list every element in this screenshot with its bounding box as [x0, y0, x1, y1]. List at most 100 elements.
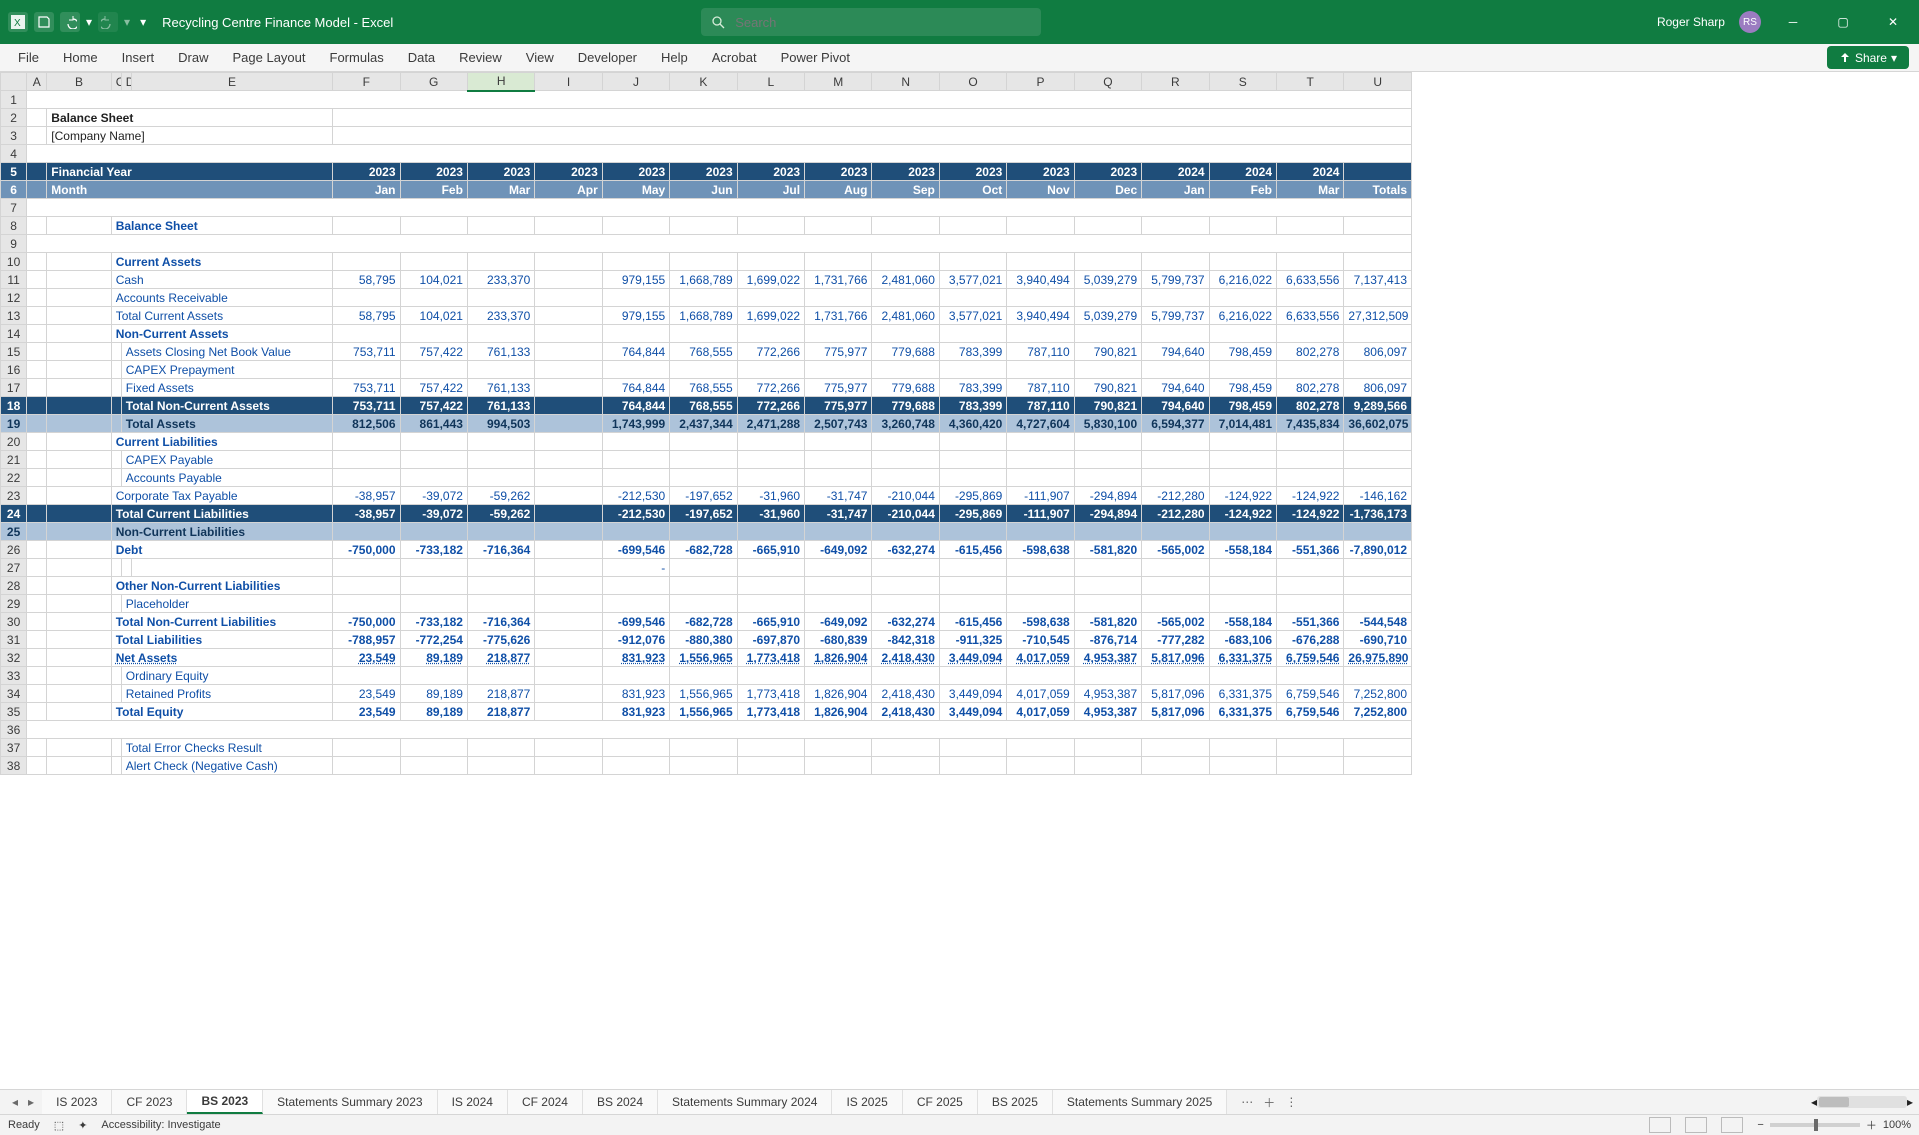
- company-name[interactable]: [Company Name]: [47, 127, 333, 145]
- row-header[interactable]: 23: [1, 487, 27, 505]
- row-header[interactable]: 15: [1, 343, 27, 361]
- select-all-corner[interactable]: [1, 73, 27, 91]
- row-header[interactable]: 21: [1, 451, 27, 469]
- new-sheet-icon[interactable]: ＋: [1263, 1094, 1275, 1111]
- more-tabs-icon[interactable]: ⋯: [1241, 1095, 1253, 1109]
- undo-dropdown-icon[interactable]: ▾: [86, 15, 92, 29]
- ribbon-tab-review[interactable]: Review: [447, 44, 514, 71]
- row-header[interactable]: 4: [1, 145, 27, 163]
- ribbon-tab-formulas[interactable]: Formulas: [318, 44, 396, 71]
- row-capex-prepayment[interactable]: CAPEX Prepayment: [121, 361, 332, 379]
- sheet-tab-bs-2025[interactable]: BS 2025: [978, 1090, 1053, 1114]
- row-total-current-liabilities[interactable]: Total Current Liabilities: [111, 505, 332, 523]
- row-header[interactable]: 14: [1, 325, 27, 343]
- row-header[interactable]: 31: [1, 631, 27, 649]
- ribbon-tab-developer[interactable]: Developer: [566, 44, 649, 71]
- col-header-L[interactable]: L: [737, 73, 804, 91]
- row-header[interactable]: 8: [1, 217, 27, 235]
- row-header[interactable]: 27: [1, 559, 27, 577]
- sheet-tab-bs-2024[interactable]: BS 2024: [583, 1090, 658, 1114]
- horizontal-scrollbar[interactable]: ◂ ▸: [1307, 1090, 1919, 1114]
- row-total-non-current-assets[interactable]: Total Non-Current Assets: [121, 397, 332, 415]
- row-retained-profits[interactable]: Retained Profits: [121, 685, 332, 703]
- section-current-assets[interactable]: Current Assets: [111, 253, 332, 271]
- tab-menu-icon[interactable]: ⋮: [1285, 1095, 1297, 1109]
- tab-scroll-left-icon[interactable]: ◂: [12, 1095, 18, 1109]
- ribbon-tab-page-layout[interactable]: Page Layout: [221, 44, 318, 71]
- row-header[interactable]: 18: [1, 397, 27, 415]
- ribbon-tab-file[interactable]: File: [6, 44, 51, 71]
- row-header[interactable]: 6: [1, 181, 27, 199]
- row-debt[interactable]: Debt: [111, 541, 332, 559]
- row-header[interactable]: 29: [1, 595, 27, 613]
- row-header[interactable]: 5: [1, 163, 27, 181]
- qat-dropdown-icon[interactable]: ▾: [140, 15, 146, 29]
- col-header-O[interactable]: O: [939, 73, 1006, 91]
- section-non-current-assets[interactable]: Non-Current Assets: [111, 325, 332, 343]
- col-header-G[interactable]: G: [400, 73, 467, 91]
- save-icon[interactable]: [34, 12, 54, 32]
- zoom-level[interactable]: 100%: [1883, 1119, 1911, 1131]
- ribbon-tab-acrobat[interactable]: Acrobat: [700, 44, 769, 71]
- col-header-F[interactable]: F: [333, 73, 400, 91]
- search-box[interactable]: [701, 8, 1041, 36]
- row-header[interactable]: 10: [1, 253, 27, 271]
- view-page-break-icon[interactable]: [1721, 1117, 1743, 1133]
- sheet-tab-cf-2024[interactable]: CF 2024: [508, 1090, 583, 1114]
- col-header-M[interactable]: M: [805, 73, 872, 91]
- row-placeholder[interactable]: Placeholder: [121, 595, 332, 613]
- page-title[interactable]: Balance Sheet: [47, 109, 333, 127]
- row-header[interactable]: 24: [1, 505, 27, 523]
- col-header-H[interactable]: H: [467, 73, 534, 91]
- row-header[interactable]: 20: [1, 433, 27, 451]
- undo-icon[interactable]: [60, 12, 80, 32]
- zoom-in-icon[interactable]: ＋: [1866, 1117, 1877, 1133]
- row-header[interactable]: 35: [1, 703, 27, 721]
- row-header[interactable]: 13: [1, 307, 27, 325]
- row-header[interactable]: 36: [1, 721, 27, 739]
- ribbon-tab-data[interactable]: Data: [396, 44, 447, 71]
- col-header-N[interactable]: N: [872, 73, 939, 91]
- row-accounts-receivable[interactable]: Accounts Receivable: [111, 289, 332, 307]
- ribbon-tab-power-pivot[interactable]: Power Pivot: [769, 44, 862, 71]
- row-header[interactable]: 37: [1, 739, 27, 757]
- zoom-out-icon[interactable]: −: [1757, 1119, 1763, 1131]
- row-header[interactable]: 1: [1, 91, 27, 109]
- col-header-E[interactable]: E: [131, 73, 332, 91]
- row-assets-closing-nbv[interactable]: Assets Closing Net Book Value: [121, 343, 332, 361]
- row-fixed-assets[interactable]: Fixed Assets: [121, 379, 332, 397]
- row-header[interactable]: 30: [1, 613, 27, 631]
- redo-dropdown-icon[interactable]: ▾: [124, 15, 130, 29]
- spreadsheet-grid[interactable]: ABCDEFGHIJKLMNOPQRSTU 12Balance Sheet3[C…: [0, 72, 1919, 1089]
- row-header[interactable]: 16: [1, 361, 27, 379]
- col-header-T[interactable]: T: [1277, 73, 1344, 91]
- avatar[interactable]: RS: [1739, 11, 1761, 33]
- sheet-tab-statements-summary-2025[interactable]: Statements Summary 2025: [1053, 1090, 1227, 1114]
- sheet-tab-bs-2023[interactable]: BS 2023: [187, 1090, 263, 1114]
- section-current-liabilities[interactable]: Current Liabilities: [111, 433, 332, 451]
- accessibility-icon[interactable]: ✦: [78, 1119, 87, 1132]
- search-input[interactable]: [733, 14, 1031, 31]
- close-icon[interactable]: ✕: [1875, 8, 1911, 36]
- row-total-liabilities[interactable]: Total Liabilities: [111, 631, 332, 649]
- view-page-layout-icon[interactable]: [1685, 1117, 1707, 1133]
- col-header-C[interactable]: C: [111, 73, 121, 91]
- row-header[interactable]: 26: [1, 541, 27, 559]
- macro-record-icon[interactable]: ⬚: [54, 1119, 64, 1132]
- row-header[interactable]: 12: [1, 289, 27, 307]
- financial-year-label[interactable]: Financial Year: [47, 163, 333, 181]
- row-header[interactable]: 34: [1, 685, 27, 703]
- row-total-assets[interactable]: Total Assets: [121, 415, 332, 433]
- sheet-tab-is-2023[interactable]: IS 2023: [42, 1090, 112, 1114]
- row-header[interactable]: 38: [1, 757, 27, 775]
- row-header[interactable]: 25: [1, 523, 27, 541]
- zoom-control[interactable]: − ＋ 100%: [1757, 1117, 1911, 1133]
- row-cash[interactable]: Cash: [111, 271, 332, 289]
- section-balance-sheet[interactable]: Balance Sheet: [111, 217, 332, 235]
- sheet-tab-statements-summary-2024[interactable]: Statements Summary 2024: [658, 1090, 832, 1114]
- sheet-tab-cf-2023[interactable]: CF 2023: [112, 1090, 187, 1114]
- col-header-D[interactable]: D: [121, 73, 131, 91]
- month-label[interactable]: Month: [47, 181, 333, 199]
- row-net-assets[interactable]: Net Assets: [111, 649, 332, 667]
- col-header-A[interactable]: A: [27, 73, 47, 91]
